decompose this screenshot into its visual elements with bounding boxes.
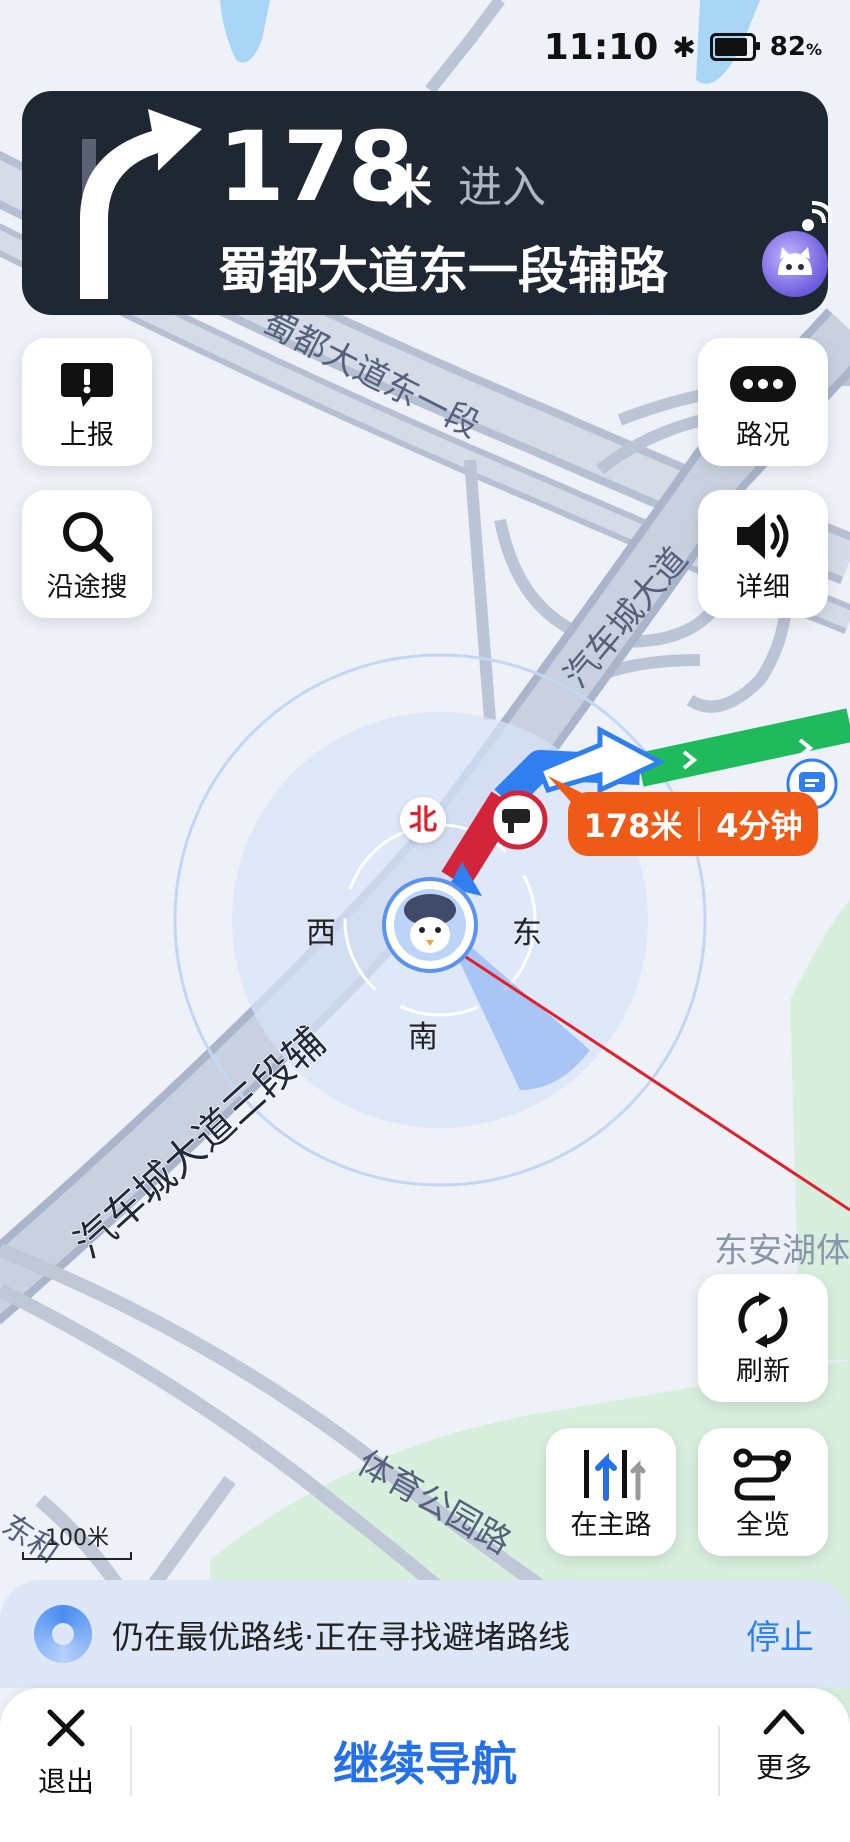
report-button[interactable]: 上报 bbox=[22, 338, 152, 466]
badge-pointer bbox=[548, 776, 588, 810]
status-bar: 11:10 ✱ 82% bbox=[544, 22, 822, 72]
turn-distance: 178 bbox=[218, 111, 414, 223]
refresh-icon bbox=[738, 1292, 788, 1348]
route-remaining-badge[interactable]: 178米 4分钟 bbox=[568, 792, 818, 856]
main-road-icon bbox=[584, 1450, 646, 1501]
gps-signal-icon bbox=[802, 201, 832, 231]
compass-south: 南 bbox=[408, 1020, 438, 1055]
overview-label: 全览 bbox=[736, 1510, 790, 1541]
traffic-button[interactable]: 路况 bbox=[698, 338, 828, 466]
badge-divider bbox=[698, 807, 701, 841]
turn-action: 进入 bbox=[458, 162, 546, 213]
search-along-label: 沿途搜 bbox=[46, 572, 128, 603]
bluetooth-icon: ✱ bbox=[672, 30, 696, 64]
turn-right-arrow-icon bbox=[80, 109, 202, 299]
reroute-status-bar: 仍在最优路线·正在寻找避堵路线 停止 bbox=[0, 1580, 850, 1688]
search-along-route-button[interactable]: 沿途搜 bbox=[22, 490, 152, 618]
compass-north: 北 bbox=[400, 797, 446, 843]
divider bbox=[718, 1726, 720, 1796]
chevron-up-icon bbox=[763, 1709, 805, 1735]
poi-label: 东安湖体 bbox=[714, 1231, 850, 1271]
next-road-name: 蜀都大道东一段辅路 bbox=[218, 242, 668, 300]
report-label: 上报 bbox=[60, 420, 114, 451]
exit-label: 退出 bbox=[37, 1765, 94, 1798]
overview-button[interactable]: 全览 bbox=[698, 1428, 828, 1556]
compass-west: 西 bbox=[306, 916, 336, 951]
turn-guidance-banner[interactable]: 178 米 进入 蜀都大道东一段辅路 bbox=[22, 91, 832, 315]
exit-button[interactable]: 退出 bbox=[22, 1706, 110, 1800]
detail-label: 详细 bbox=[736, 572, 790, 603]
map-scale: 100米 bbox=[22, 1520, 132, 1560]
speaker-icon bbox=[737, 513, 789, 559]
remaining-distance: 178米 bbox=[583, 807, 683, 845]
detail-voice-button[interactable]: 详细 bbox=[698, 490, 828, 618]
scale-bar bbox=[22, 1552, 132, 1560]
loading-spinner-icon bbox=[34, 1605, 92, 1663]
compass-east: 东 bbox=[512, 916, 542, 951]
scale-label: 100米 bbox=[45, 1526, 109, 1551]
more-dots-icon bbox=[730, 366, 796, 402]
report-alert-icon bbox=[61, 363, 113, 407]
traffic-label: 路况 bbox=[736, 420, 790, 451]
refresh-label: 刷新 bbox=[736, 1356, 790, 1387]
bottom-action-bar: 退出 继续导航 更多 bbox=[0, 1688, 850, 1842]
divider bbox=[130, 1726, 132, 1796]
voice-assistant-icon[interactable] bbox=[762, 231, 828, 297]
battery-percentage: 82% bbox=[769, 32, 822, 62]
main-road-label: 在主路 bbox=[570, 1510, 652, 1541]
reroute-message: 仍在最优路线·正在寻找避堵路线 bbox=[112, 1618, 571, 1656]
more-button[interactable]: 更多 bbox=[740, 1706, 828, 1786]
more-label: 更多 bbox=[755, 1751, 812, 1784]
clock: 11:10 bbox=[543, 26, 659, 68]
continue-navigation-button[interactable]: 继续导航 bbox=[200, 1728, 650, 1794]
close-icon bbox=[47, 1709, 85, 1747]
camera-marker bbox=[488, 790, 548, 850]
route-overview-icon bbox=[733, 1448, 791, 1501]
turn-distance-unit: 米 bbox=[386, 160, 432, 214]
battery-icon bbox=[709, 33, 760, 61]
main-road-button[interactable]: 在主路 bbox=[546, 1428, 676, 1556]
stop-search-button[interactable]: 停止 bbox=[746, 1610, 814, 1659]
search-icon bbox=[63, 512, 114, 563]
refresh-button[interactable]: 刷新 bbox=[698, 1274, 828, 1402]
remaining-time: 4分钟 bbox=[716, 807, 803, 845]
